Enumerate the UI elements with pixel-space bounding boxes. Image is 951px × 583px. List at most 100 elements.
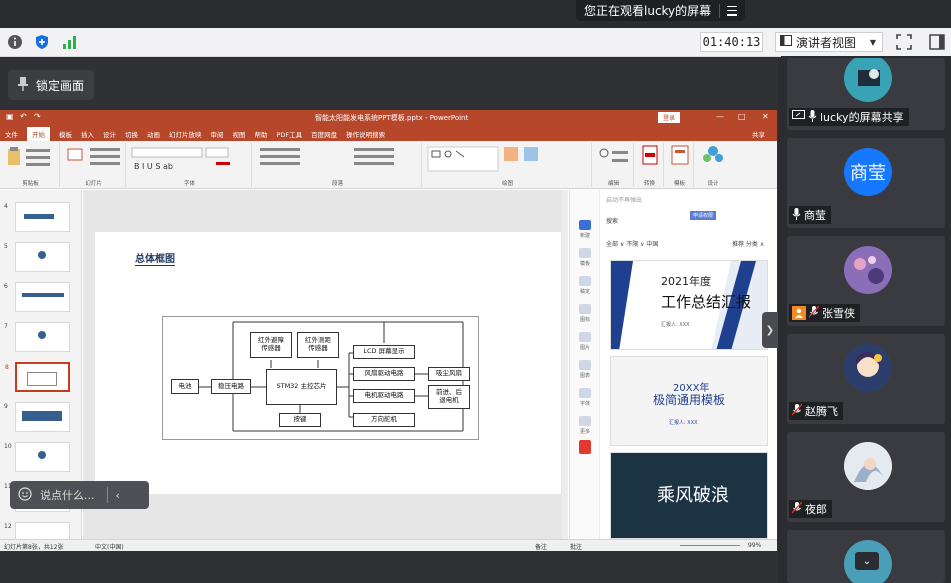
collapse-panel-button[interactable]: ❯ [762,312,778,348]
tab-slideshow[interactable]: 幻灯片放映 [169,129,202,139]
notes-button[interactable]: 备注 [535,542,547,551]
ribbon-group-font: B I U S ab 字体 [128,143,252,187]
tab-file[interactable]: 文件 [5,129,18,139]
tab-design[interactable]: 设计 [103,129,116,139]
template-filters[interactable]: 全部 ∨ 不限 ∨ 中国 [606,239,658,248]
ribbon-group-convert: 转换 [636,143,664,187]
ppt-file-title: 智能太阳能发电系统PPT模板.pptx - PowerPoint [315,114,469,122]
maximize-icon[interactable]: □ [738,112,746,121]
red-envelope-icon[interactable] [574,440,596,456]
redo-icon[interactable]: ↷ [34,112,41,121]
slide-thumbnail[interactable]: 4 [4,202,70,232]
design-ideas-icon[interactable] [696,143,730,175]
template-nav-charts[interactable]: 图表 [574,360,596,379]
tell-me-search[interactable]: 操作说明搜索 [346,129,385,139]
emoji-icon[interactable] [18,486,32,504]
box-steering-servo: 方向舵机 [353,413,415,427]
sidebar-toggle-icon[interactable] [928,33,946,51]
slide-thumbnail-selected[interactable]: 8 [5,362,70,392]
template-icon[interactable] [666,143,694,175]
info-icon[interactable] [6,33,24,51]
lock-view-button[interactable]: 锁定画面 [8,70,94,100]
tab-animations[interactable]: 动画 [147,129,160,139]
share-button[interactable]: 共享 [752,129,765,139]
template-sort[interactable]: 推荐 分类 ∧ [732,239,764,248]
viewing-banner[interactable]: 您正在观看lucky的屏幕 [576,0,745,21]
participant-tile[interactable]: 赵腾飞 [787,334,945,424]
canvas-scrollbar[interactable] [562,190,568,539]
font-controls[interactable]: B I U S ab [128,143,252,175]
template-nav-design[interactable]: 稿定 [574,276,596,295]
template-nav-images[interactable]: 图片 [574,332,596,351]
template-card-minimal[interactable]: 20XX年 极简通用模板 汇报人: XXX [610,356,768,446]
template-pane-sidebar: 新建 模板 稿定 图标 图片 图表 字体 更多 [570,190,600,539]
participant-tile[interactable]: 夜郎 [787,432,945,522]
ribbon-group-design: 设计 [696,143,730,187]
find-icon[interactable] [594,143,634,175]
template-card-ride-wind[interactable]: 乘风破浪 [610,452,768,539]
tab-home[interactable]: 开始 [27,126,50,141]
tab-template[interactable]: 模板 [59,129,72,139]
template-nav-new[interactable]: 新建 [574,220,596,239]
comments-button[interactable]: 批注 [570,542,582,551]
clipboard-icon[interactable] [2,143,60,175]
participant-name-bar: 商莹 [789,206,831,224]
slide-number: 4 [4,203,8,210]
tab-view[interactable]: 视图 [233,129,246,139]
slide-number: 7 [4,323,8,330]
template-nav-more[interactable]: 更多 [574,416,596,435]
save-icon[interactable]: ▣ [6,112,14,121]
slide-thumbnail[interactable]: 6 [4,282,70,312]
avatar [844,344,892,392]
fullscreen-icon[interactable] [895,33,913,51]
tab-pdf[interactable]: PDF工具 [277,129,303,139]
slide-thumbnail[interactable]: 5 [4,242,70,272]
mic-icon [808,109,817,125]
tab-baidu[interactable]: 百度网盘 [311,129,337,139]
slide-thumbnail[interactable]: 7 [4,322,70,352]
avatar [844,58,892,102]
template-search-label[interactable]: 搜索 [606,216,618,225]
template-nav-label: 更多 [579,429,590,435]
new-slide-icon[interactable] [62,143,126,175]
current-slide[interactable]: 总体框图 红外避障 传感器 红外测距 传感器 电池 稳压电路 STM32 主控芯… [95,232,561,494]
presenter-view-icon [780,35,792,49]
view-mode-select[interactable]: 演讲者视图 ▼ [775,32,883,52]
shapes-gallery[interactable] [424,143,592,175]
scroll-down-button[interactable]: ⌄ [855,552,879,570]
minimize-icon[interactable]: — [716,112,724,121]
signal-icon[interactable] [61,33,79,51]
box-ir-range-sensor: 红外测距 传感器 [297,332,339,358]
tab-review[interactable]: 审阅 [211,129,224,139]
slide-thumbnail[interactable]: 9 [4,402,70,432]
template-dont-show-option[interactable]: 启动不再弹出 [606,195,702,206]
menu-icon[interactable] [727,5,739,16]
tab-insert[interactable]: 插入 [81,129,94,139]
participant-tile[interactable]: 商莹 商莹 [787,138,945,228]
template-nav-icons[interactable]: 图标 [574,304,596,323]
login-button[interactable]: 登录 [658,112,680,123]
template-nav-template[interactable]: 模板 [574,248,596,267]
group-label-drawing: 绘图 [501,181,513,187]
tab-help[interactable]: 帮助 [255,129,268,139]
participant-tile-screen-share[interactable]: lucky的屏幕共享 [787,58,945,130]
zoom-slider[interactable] [680,545,740,546]
participant-tile-partial[interactable]: ⌄ [787,530,945,583]
undo-icon[interactable]: ↶ [20,112,27,121]
chevron-left-icon[interactable]: ‹ [116,489,120,502]
chat-input[interactable]: 说点什么... ‹ [10,481,149,509]
participant-tile[interactable]: 张雪侠 [787,236,945,326]
slide-thumbnail[interactable]: 10 [4,442,70,472]
close-icon[interactable]: ✕ [762,112,769,121]
participant-list: lucky的屏幕共享 商莹 商莹 张雪侠 赵腾飞 夜郎 ⌄ [781,56,951,583]
block-diagram[interactable]: 红外避障 传感器 红外测距 传感器 电池 稳压电路 STM32 主控芯片 LCD 屏… [162,316,479,440]
tab-transitions[interactable]: 切换 [125,129,138,139]
template-nav-label: 模板 [579,261,590,267]
pdf-icon[interactable] [636,143,664,175]
shield-icon[interactable] [33,33,51,51]
template-card-work-summary[interactable]: 2021年度 工作总结汇报 汇报人: XXX [610,260,768,350]
ribbon-group-editing: 编辑 [594,143,634,187]
slide-thumbnail[interactable]: 12 [4,522,70,539]
paragraph-controls[interactable] [254,143,422,175]
template-nav-fonts[interactable]: 字体 [574,388,596,407]
